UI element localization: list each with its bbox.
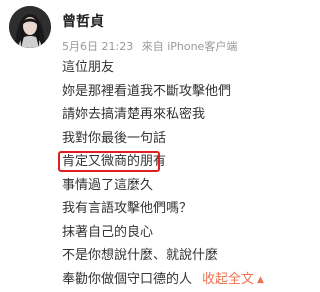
post-last-line: 奉勸你做個守口德的人收起全文▲ [62, 268, 302, 292]
post-line: 不是你想說什麼、就說什麼 [62, 244, 302, 268]
collapse-label: 收起全文 [202, 272, 254, 287]
post-meta: 5月6日 21:23 來自 iPhone客户端 [62, 38, 237, 54]
collapse-full-text-link[interactable]: 收起全文▲ [202, 272, 264, 287]
post-timestamp[interactable]: 5月6日 21:23 [62, 40, 133, 53]
avatar-image [9, 6, 51, 48]
post-source: 來自 iPhone客户端 [142, 40, 238, 53]
post-line: 請妳去搞清楚再來私密我 [62, 103, 302, 127]
highlighted-line-text: 肯定又微商的朋有 [62, 154, 166, 169]
weibo-post: 曾哲貞 5月6日 21:23 來自 iPhone客户端 這位朋友 妳是那裡看道我… [0, 0, 306, 290]
highlighted-line: 肯定又微商的朋有 [62, 150, 302, 174]
post-line: 抹著自己的良心 [62, 221, 302, 245]
post-line: 我有言語攻擊他們嗎？ [62, 197, 302, 221]
post-line: 事情過了這麼久 [62, 174, 302, 198]
caret-up-icon: ▲ [257, 269, 264, 292]
post-content: 這位朋友 妳是那裡看道我不斷攻擊他們 請妳去搞清楚再來私密我 我對你最後一句話 … [62, 56, 302, 291]
post-line: 這位朋友 [62, 56, 302, 80]
post-line: 我對你最後一句話 [62, 127, 302, 151]
post-line-text: 奉勸你做個守口德的人 [62, 272, 192, 287]
post-line: 妳是那裡看道我不斷攻擊他們 [62, 80, 302, 104]
username[interactable]: 曾哲貞 [62, 11, 104, 31]
avatar[interactable] [9, 6, 51, 48]
